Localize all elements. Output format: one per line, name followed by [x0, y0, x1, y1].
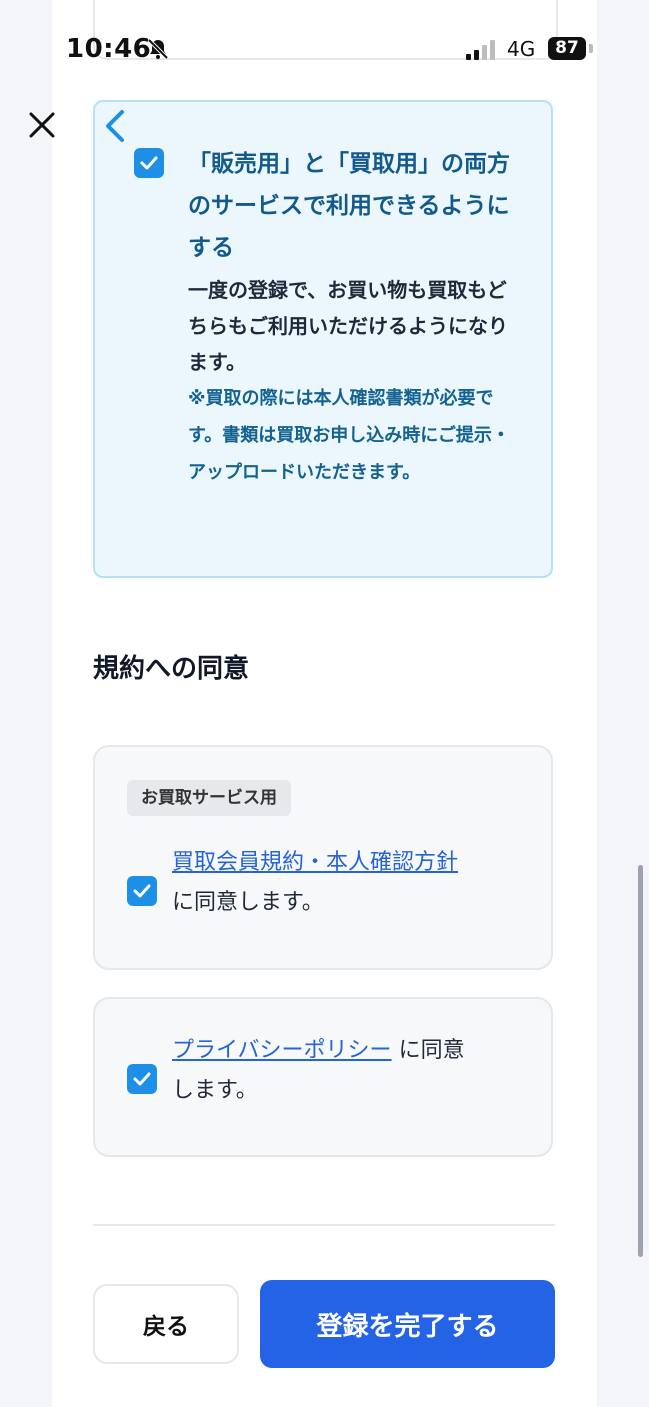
scrollbar[interactable] [638, 865, 643, 1257]
battery-icon: 87 [548, 37, 586, 60]
privacy-policy-checkbox[interactable] [127, 1064, 157, 1094]
buyback-terms-link[interactable]: 買取会員規約・本人確認方針 [172, 850, 458, 875]
buyback-agreement-suffix: に同意します。 [172, 890, 324, 915]
both-services-title: 「販売用」と「買取用」の両方のサービスで利用できるようにする [188, 151, 510, 261]
footer-divider [93, 1224, 555, 1226]
back-button[interactable]: 戻る [93, 1284, 239, 1364]
identity-document-note: ※買取の際には本人確認書類が必要です。書類は買取お申し込み時にご提示・アップロー… [188, 388, 510, 483]
network-type: 4G [507, 37, 536, 61]
status-time: 10:46 [66, 34, 152, 64]
privacy-agreement-suffix-1: に同意 [398, 1038, 465, 1063]
cellular-signal-icon [466, 40, 495, 60]
terms-section-title: 規約への同意 [93, 654, 250, 684]
checkmark-icon [133, 884, 151, 898]
checkmark-icon [133, 1072, 151, 1086]
complete-registration-button[interactable]: 登録を完了する [260, 1280, 555, 1368]
privacy-policy-link[interactable]: プライバシーポリシー [172, 1038, 392, 1063]
privacy-agreement-suffix-2: します。 [172, 1078, 258, 1103]
buyback-terms-checkbox[interactable] [127, 876, 157, 906]
chevron-left-icon[interactable] [100, 106, 130, 146]
both-services-checkbox[interactable] [134, 148, 164, 178]
both-services-description: 一度の登録で、お買い物も買取もどちらもご利用いただけるようになります。 [188, 278, 508, 374]
bell-muted-icon [147, 38, 169, 60]
battery-nub [589, 44, 593, 53]
buyback-service-tag: お買取サービス用 [127, 780, 291, 816]
close-icon[interactable] [24, 106, 60, 142]
checkmark-icon [140, 156, 158, 170]
buyback-agreement-text: 買取会員規約・本人確認方針 に同意します。 [172, 843, 532, 923]
privacy-agreement-text: プライバシーポリシー に同意 します。 [172, 1031, 532, 1111]
